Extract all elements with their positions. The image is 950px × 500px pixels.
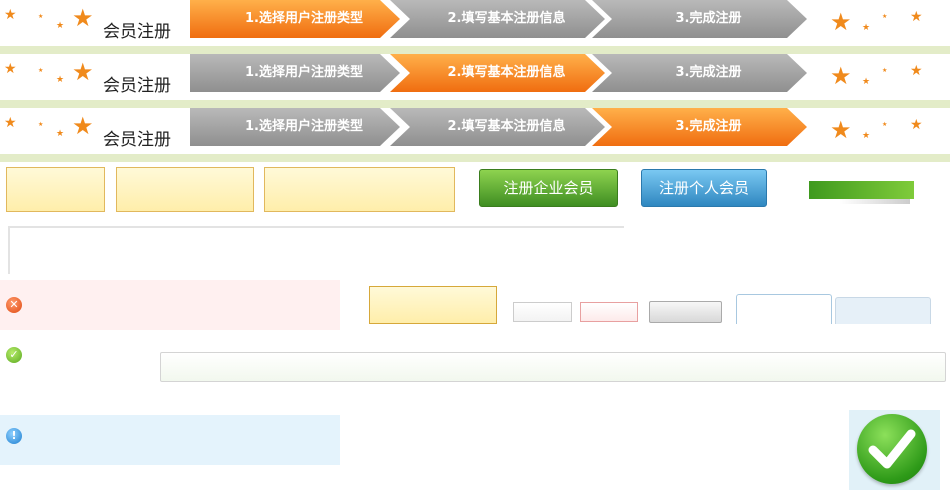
- long-input-field[interactable]: [160, 352, 946, 382]
- star-icon: ★: [862, 23, 871, 33]
- star-icon: ★: [56, 21, 65, 31]
- star-icon: ★: [38, 67, 44, 74]
- star-icon: ★: [4, 7, 17, 23]
- star-icon: ★: [56, 129, 65, 139]
- progress-bar-shadow: [840, 199, 910, 204]
- check-icon: ✓: [6, 347, 22, 363]
- divider: [0, 154, 950, 162]
- input-normal[interactable]: [513, 302, 572, 322]
- star-icon: ★: [910, 117, 923, 133]
- focused-input[interactable]: [369, 286, 497, 324]
- star-icon: ★: [72, 112, 94, 140]
- step-1: 1.选择用户注册类型: [190, 54, 400, 92]
- page-title: 会员注册: [103, 22, 171, 42]
- divider: [0, 46, 950, 54]
- star-icon: ★: [38, 121, 44, 128]
- step-3: 3.完成注册: [592, 54, 807, 92]
- step-2: 2.填写基本注册信息: [390, 0, 605, 38]
- text-input-medium[interactable]: [116, 167, 254, 212]
- star-icon: ★: [882, 121, 888, 128]
- step-1: 1.选择用户注册类型: [190, 108, 400, 146]
- tab-inactive[interactable]: [835, 297, 931, 324]
- error-x-icon: ✕: [6, 297, 22, 313]
- star-icon: ★: [4, 61, 17, 77]
- register-personal-button[interactable]: 注册个人会员: [641, 169, 767, 207]
- star-icon: ★: [910, 9, 923, 25]
- star-icon: ★: [862, 131, 871, 141]
- page-title: 会员注册: [103, 76, 171, 96]
- star-icon: ★: [862, 77, 871, 87]
- tab-active[interactable]: [736, 294, 832, 324]
- big-checkmark-icon: [857, 414, 927, 484]
- register-enterprise-button[interactable]: 注册企业会员: [479, 169, 618, 207]
- step-3: 3.完成注册: [592, 0, 807, 38]
- step-2: 2.填写基本注册信息: [390, 54, 605, 92]
- gray-button[interactable]: [649, 301, 722, 323]
- star-icon: ★: [72, 58, 94, 86]
- page-title: 会员注册: [103, 130, 171, 150]
- star-icon: ★: [882, 67, 888, 74]
- text-input-small[interactable]: [6, 167, 105, 212]
- divider: [0, 100, 950, 108]
- content-panel: [8, 226, 624, 274]
- text-input-large[interactable]: [264, 167, 455, 212]
- star-icon: ★: [830, 62, 852, 90]
- input-error[interactable]: [580, 302, 638, 322]
- star-icon: ★: [830, 116, 852, 144]
- info-icon: !: [6, 428, 22, 444]
- info-message-box: [0, 415, 340, 465]
- star-icon: ★: [882, 13, 888, 20]
- step-3: 3.完成注册: [592, 108, 807, 146]
- step-1: 1.选择用户注册类型: [190, 0, 400, 38]
- step-2: 2.填写基本注册信息: [390, 108, 605, 146]
- star-icon: ★: [56, 75, 65, 85]
- star-icon: ★: [4, 115, 17, 131]
- error-message-box: [0, 280, 340, 330]
- star-icon: ★: [38, 13, 44, 20]
- star-icon: ★: [830, 8, 852, 36]
- star-icon: ★: [72, 4, 94, 32]
- star-icon: ★: [910, 63, 923, 79]
- progress-bar: [809, 181, 914, 199]
